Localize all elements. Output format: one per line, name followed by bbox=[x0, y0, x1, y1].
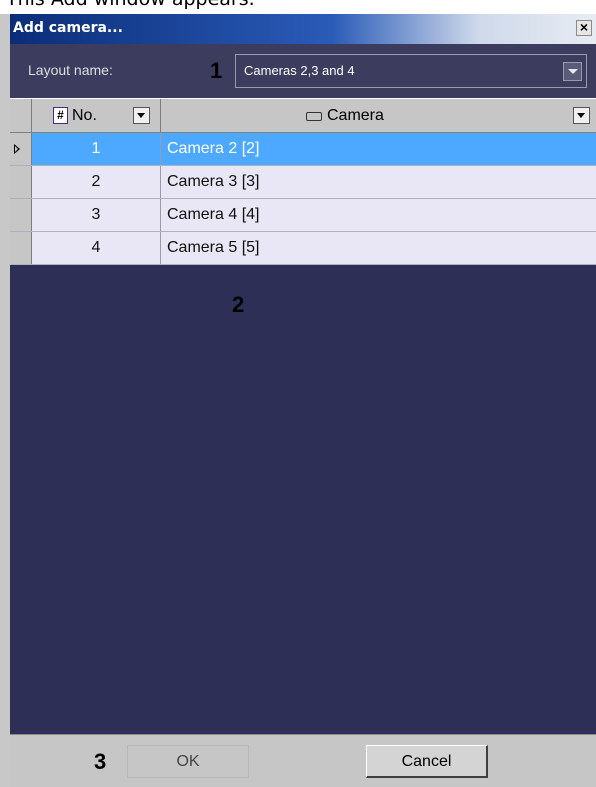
layout-name-label: Layout name: bbox=[28, 62, 113, 78]
row-number: 2 bbox=[32, 166, 161, 198]
dialog-footer: 3 OK Cancel bbox=[10, 734, 596, 787]
table-row[interactable]: 1 Camera 2 [2] bbox=[10, 133, 596, 166]
layout-name-row: Layout name: 1 Cameras 2,3 and 4 bbox=[10, 44, 596, 98]
row-number: 1 bbox=[32, 133, 161, 165]
row-camera: Camera 5 [5] bbox=[167, 239, 260, 256]
row-indicator bbox=[10, 232, 32, 264]
row-indicator-header bbox=[10, 99, 32, 132]
dialog-title: Add camera... bbox=[13, 20, 123, 36]
annotation-2: 2 bbox=[232, 292, 245, 317]
camera-grid: # No. Camera 1 Camera 2 [2] 2 Camera 3 [… bbox=[10, 98, 596, 265]
layout-name-select[interactable]: Cameras 2,3 and 4 bbox=[235, 54, 587, 88]
page-caption: This Add window appears. bbox=[6, 0, 255, 10]
hash-icon: # bbox=[53, 107, 68, 124]
ok-button[interactable]: OK bbox=[127, 745, 249, 778]
row-number: 3 bbox=[32, 199, 161, 231]
column-header-no-label: No. bbox=[72, 107, 97, 124]
row-indicator bbox=[10, 166, 32, 198]
row-number: 4 bbox=[32, 232, 161, 264]
column-header-camera-label: Camera bbox=[327, 107, 384, 124]
table-row[interactable]: 4 Camera 5 [5] bbox=[10, 232, 596, 265]
column-filter-no-button[interactable] bbox=[133, 107, 150, 124]
column-header-no[interactable]: # No. bbox=[32, 99, 161, 132]
table-row[interactable]: 2 Camera 3 [3] bbox=[10, 166, 596, 199]
grid-header: # No. Camera bbox=[10, 98, 596, 133]
column-filter-camera-button[interactable] bbox=[573, 107, 590, 124]
camera-icon bbox=[306, 112, 322, 121]
close-button[interactable]: × bbox=[576, 20, 592, 36]
row-camera: Camera 2 [2] bbox=[167, 140, 260, 157]
table-row[interactable]: 3 Camera 4 [4] bbox=[10, 199, 596, 232]
row-camera: Camera 3 [3] bbox=[167, 173, 260, 190]
column-header-camera[interactable]: Camera bbox=[161, 99, 596, 132]
add-camera-dialog: Add camera... × Layout name: 1 Cameras 2… bbox=[0, 14, 596, 787]
annotation-3: 3 bbox=[94, 749, 107, 774]
row-pointer-icon bbox=[14, 144, 20, 154]
annotation-1: 1 bbox=[210, 58, 223, 83]
chevron-down-icon[interactable] bbox=[563, 62, 582, 81]
row-camera: Camera 4 [4] bbox=[167, 206, 260, 223]
cancel-button[interactable]: Cancel bbox=[366, 745, 488, 778]
row-indicator bbox=[10, 133, 32, 165]
layout-name-value: Cameras 2,3 and 4 bbox=[244, 63, 355, 78]
title-bar[interactable]: Add camera... × bbox=[10, 14, 596, 44]
dialog-body: Layout name: 1 Cameras 2,3 and 4 # No. C… bbox=[10, 44, 596, 787]
row-indicator bbox=[10, 199, 32, 231]
